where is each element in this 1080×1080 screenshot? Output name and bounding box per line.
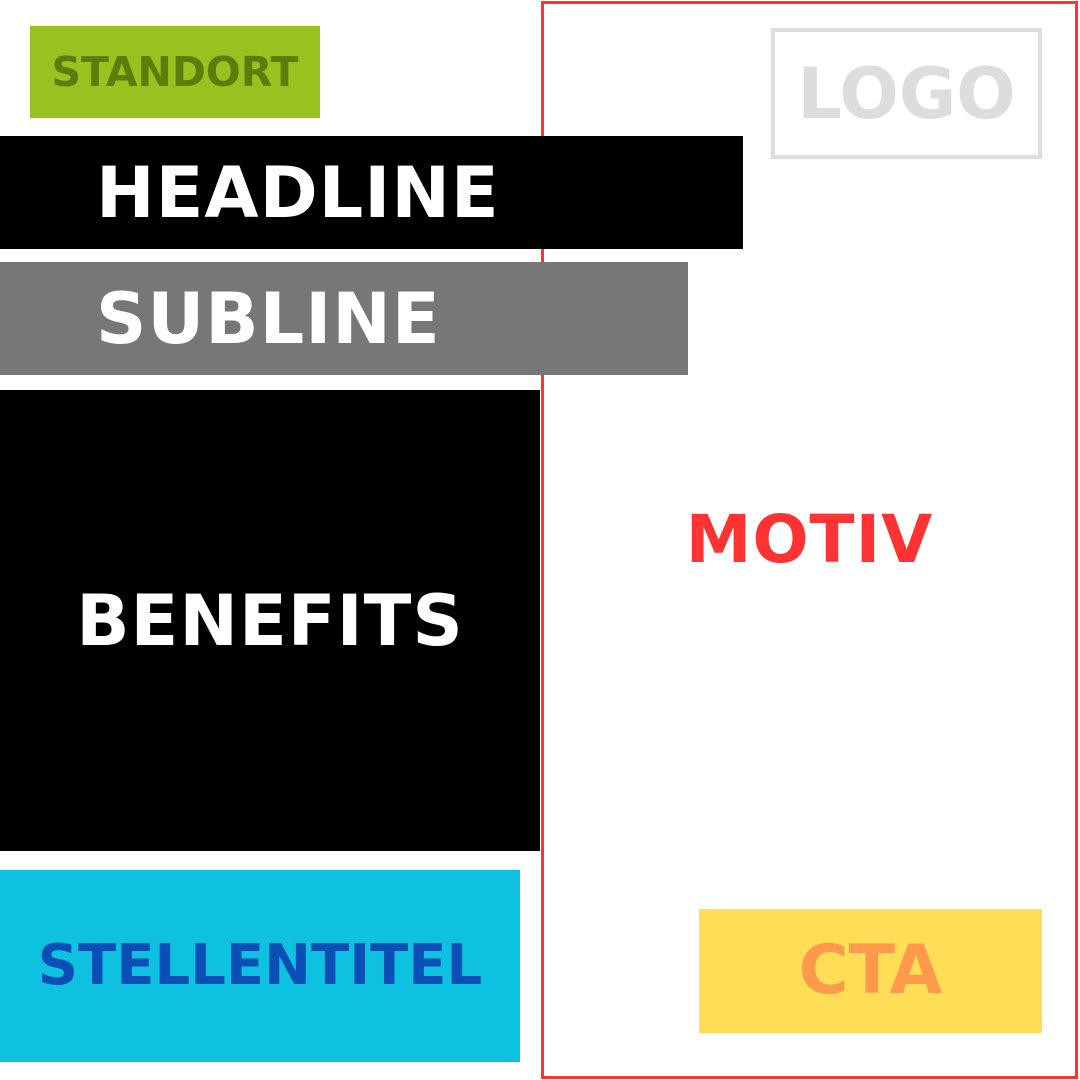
stellentitel-block: STELLENTITEL xyxy=(0,870,520,1062)
benefits-label: BENEFITS xyxy=(76,579,464,662)
cta-button[interactable]: CTA xyxy=(699,909,1042,1033)
subline-label: SUBLINE xyxy=(96,277,441,360)
layout-canvas: MOTIV STANDORT LOGO HEADLINE SUBLINE BEN… xyxy=(0,0,1080,1080)
headline-bar: HEADLINE xyxy=(0,136,743,249)
cta-label: CTA xyxy=(798,931,943,1010)
standort-label: STANDORT xyxy=(51,47,299,96)
logo-label: LOGO xyxy=(797,52,1016,135)
subline-bar: SUBLINE xyxy=(0,262,688,375)
motiv-label: MOTIV xyxy=(685,501,934,578)
benefits-block: BENEFITS xyxy=(0,390,540,851)
headline-label: HEADLINE xyxy=(96,151,500,234)
standort-block: STANDORT xyxy=(30,26,320,118)
stellentitel-label: STELLENTITEL xyxy=(37,933,483,998)
logo-placeholder: LOGO xyxy=(771,28,1042,159)
